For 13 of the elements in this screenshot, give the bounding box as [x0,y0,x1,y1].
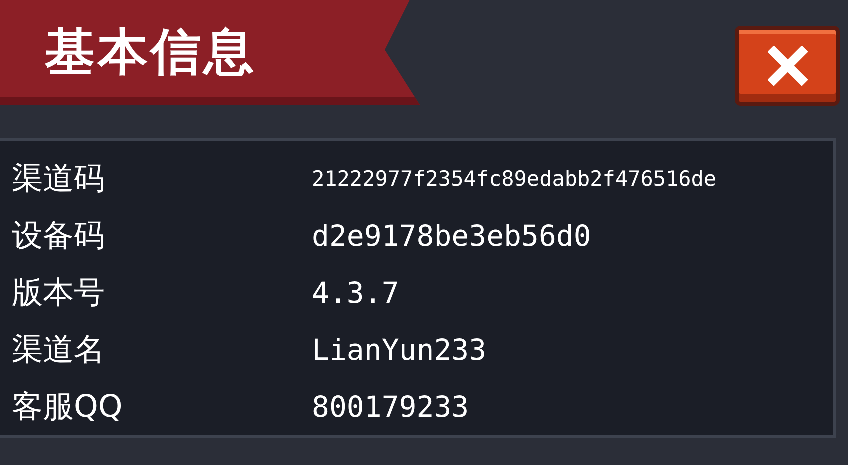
info-label: 渠道名 [12,330,106,370]
info-value: d2e9178be3eb56d0 [312,219,592,254]
info-value: LianYun233 [312,332,487,367]
info-value: 800179233 [312,390,470,424]
info-label: 版本号 [12,274,106,313]
info-label: 设备码 [12,217,106,256]
dialog-title: 基本信息 [45,22,257,83]
close-button[interactable] [735,26,840,106]
info-value: 21222977f2354fc89edabb2f476516de [312,167,717,192]
info-label: 渠道码 [12,160,106,200]
info-label: 客服QQ [12,388,124,427]
close-icon [768,46,808,86]
info-value: 4.3.7 [312,276,400,310]
